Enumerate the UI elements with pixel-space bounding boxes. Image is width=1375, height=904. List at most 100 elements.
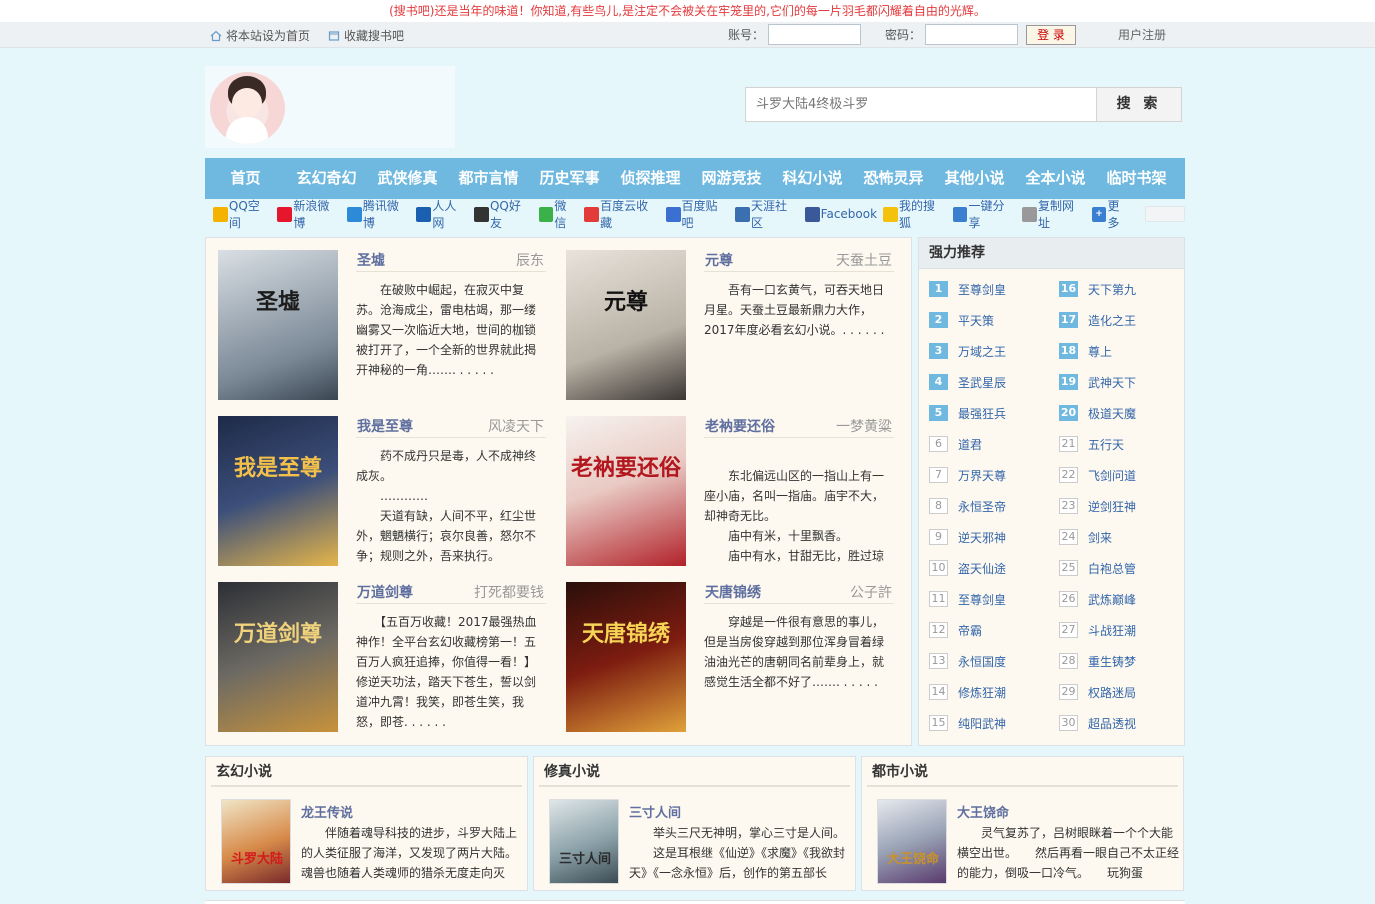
- share-copy-link[interactable]: 复制网址: [1022, 197, 1086, 231]
- book-title[interactable]: 元尊: [705, 250, 733, 270]
- rank-item[interactable]: 21 五行天: [1059, 434, 1179, 454]
- nav-lishi[interactable]: 历史军事: [529, 158, 610, 199]
- category-heading[interactable]: 修真小说: [539, 757, 850, 787]
- rank-item[interactable]: 12 帝霸: [929, 620, 1049, 640]
- category-book-title[interactable]: 三寸人间: [629, 802, 681, 821]
- nav-kongbu[interactable]: 恐怖灵异: [853, 158, 934, 199]
- rank-item[interactable]: 22 飞剑问道: [1059, 465, 1179, 485]
- book-cover-image[interactable]: 我是至尊: [218, 416, 338, 566]
- share-weibo[interactable]: 新浪微博: [277, 197, 341, 231]
- nav-wangyou[interactable]: 网游竞技: [691, 158, 772, 199]
- share-label: 百度云收藏: [600, 199, 649, 230]
- book-cover-image[interactable]: 天唐锦绣: [566, 582, 686, 732]
- nav-qita[interactable]: 其他小说: [934, 158, 1015, 199]
- book-title[interactable]: 万道剑尊: [357, 582, 413, 602]
- book-cover-image[interactable]: 圣墟: [218, 250, 338, 400]
- book-author[interactable]: 公子許: [850, 582, 892, 602]
- share-sohu[interactable]: 我的搜狐: [883, 197, 947, 231]
- share-renren[interactable]: 人人网: [416, 197, 468, 231]
- book-cover-image[interactable]: 老衲要还俗: [566, 416, 686, 566]
- category-book-cover[interactable]: 三寸人间: [549, 799, 619, 884]
- share-label: 一键分享: [968, 199, 1005, 230]
- rank-item[interactable]: 30 超品透视: [1059, 713, 1179, 733]
- nav-xuanhuan[interactable]: 玄幻奇幻: [286, 158, 367, 199]
- nav-kehuan[interactable]: 科幻小说: [772, 158, 853, 199]
- nav-bookshelf[interactable]: 临时书架: [1096, 158, 1177, 199]
- category-heading[interactable]: 都市小说: [867, 757, 1178, 787]
- bookmark-link[interactable]: 收藏搜书吧: [328, 27, 404, 44]
- book-title[interactable]: 天唐锦绣: [705, 582, 761, 602]
- login-button[interactable]: 登 录: [1026, 24, 1077, 45]
- rank-item[interactable]: 11 至尊剑皇: [929, 589, 1049, 609]
- rank-item[interactable]: 16 天下第九: [1059, 279, 1179, 299]
- search-input[interactable]: [745, 87, 1096, 122]
- book-cover-image[interactable]: 元尊: [566, 250, 686, 400]
- rank-item[interactable]: 2 平天策: [929, 310, 1049, 330]
- rank-item[interactable]: 24 剑来: [1059, 527, 1179, 547]
- rank-item[interactable]: 5 最强狂兵: [929, 403, 1049, 423]
- rank-item[interactable]: 23 逆剑狂神: [1059, 496, 1179, 516]
- nav-quanben[interactable]: 全本小说: [1015, 158, 1096, 199]
- nav-home[interactable]: 首页: [205, 158, 286, 199]
- rank-item[interactable]: 28 重生铸梦: [1059, 651, 1179, 671]
- rank-item[interactable]: 26 武炼巅峰: [1059, 589, 1179, 609]
- rank-item[interactable]: 20 极道天魔: [1059, 403, 1179, 423]
- share-oneclick-share[interactable]: 一键分享: [952, 197, 1017, 231]
- rank-item[interactable]: 6 道君: [929, 434, 1049, 454]
- rank-item[interactable]: 25 白袍总管: [1059, 558, 1179, 578]
- book-title[interactable]: 我是至尊: [357, 416, 413, 436]
- rank-item[interactable]: 1 至尊剑皇: [929, 279, 1049, 299]
- rank-item[interactable]: 7 万界天尊: [929, 465, 1049, 485]
- share-plus[interactable]: + 更多: [1091, 197, 1132, 231]
- share-heart[interactable]: 百度云收藏: [584, 197, 659, 231]
- rank-item[interactable]: 4 圣武星辰: [929, 372, 1049, 392]
- rank-item[interactable]: 13 永恒国度: [929, 651, 1049, 671]
- category-heading[interactable]: 玄幻小说: [211, 757, 522, 787]
- nav-dushi[interactable]: 都市言情: [448, 158, 529, 199]
- book-title[interactable]: 老衲要还俗: [705, 416, 775, 436]
- share-qzone[interactable]: QQ空间: [213, 197, 271, 231]
- rank-item[interactable]: 19 武神天下: [1059, 372, 1179, 392]
- share-wechat[interactable]: 微信: [538, 197, 579, 231]
- nav-zhentan[interactable]: 侦探推理: [610, 158, 691, 199]
- book-author[interactable]: 一梦黄粱: [836, 416, 892, 436]
- nav-wuxia[interactable]: 武侠修真: [367, 158, 448, 199]
- rank-number: 28: [1059, 653, 1078, 669]
- book-author[interactable]: 天蚕土豆: [836, 250, 892, 270]
- share-tencent-weibo[interactable]: 腾讯微博: [346, 197, 411, 231]
- category-book-title[interactable]: 大王饶命: [957, 802, 1009, 821]
- share-tianya[interactable]: 天涯社区: [735, 197, 799, 231]
- share-label: QQ好友: [489, 199, 521, 230]
- book-author[interactable]: 风凌天下: [488, 416, 544, 436]
- register-link[interactable]: 用户注册: [1118, 26, 1166, 43]
- rank-item[interactable]: 18 尊上: [1059, 341, 1179, 361]
- rank-item[interactable]: 9 逆天邪神: [929, 527, 1049, 547]
- book-title[interactable]: 圣墟: [357, 250, 385, 270]
- book-author[interactable]: 辰东: [516, 250, 544, 270]
- book-cover-image[interactable]: 万道剑尊: [218, 582, 338, 732]
- site-logo[interactable]: [205, 66, 455, 148]
- rank-item[interactable]: 14 修炼狂潮: [929, 682, 1049, 702]
- category-book-title[interactable]: 龙王传说: [301, 802, 353, 821]
- share-facebook[interactable]: Facebook: [804, 206, 877, 222]
- share-tieba[interactable]: 百度贴吧: [665, 197, 730, 231]
- category-book-cover[interactable]: 大王饶命: [877, 799, 947, 884]
- rank-item[interactable]: 10 盗天仙途: [929, 558, 1049, 578]
- rank-book-name: 斗战狂潮: [1088, 623, 1137, 638]
- account-input[interactable]: [768, 24, 862, 45]
- tianya-icon: [735, 206, 751, 222]
- search-button[interactable]: 搜 索: [1096, 87, 1182, 122]
- rank-item[interactable]: 15 纯阳武神: [929, 713, 1049, 733]
- share-qq[interactable]: QQ好友: [474, 197, 532, 231]
- password-input[interactable]: [925, 24, 1019, 45]
- book-author[interactable]: 打死都要钱: [474, 582, 544, 602]
- set-home-link[interactable]: 将本站设为首页: [210, 27, 310, 44]
- rank-item[interactable]: 17 造化之王: [1059, 310, 1179, 330]
- featured-book: 天唐锦绣 天唐锦绣 公子許 穿越是一件很有意思的事儿，但是当房俊穿越到那位浑身冒着绿…: [554, 570, 894, 732]
- category-book-cover[interactable]: 斗罗大陆: [221, 799, 291, 884]
- rank-item[interactable]: 8 永恒圣帝: [929, 496, 1049, 516]
- rank-number: 26: [1059, 591, 1078, 607]
- rank-item[interactable]: 27 斗战狂潮: [1059, 620, 1179, 640]
- rank-item[interactable]: 3 万域之王: [929, 341, 1049, 361]
- rank-item[interactable]: 29 权路迷局: [1059, 682, 1179, 702]
